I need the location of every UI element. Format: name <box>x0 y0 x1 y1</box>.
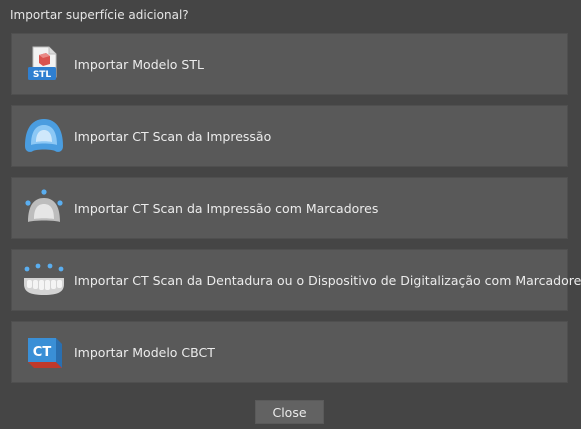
option-label: Importar CT Scan da Dentadura ou o Dispo… <box>74 272 581 288</box>
cbct-icon-text: CT <box>33 345 52 360</box>
option-label: Importar CT Scan da Impressão com Marcad… <box>74 200 379 216</box>
option-label: Importar CT Scan da Impressão <box>74 128 272 144</box>
import-impression-markers-button[interactable]: Importar CT Scan da Impressão com Marcad… <box>11 177 568 239</box>
impression-scan-icon <box>22 114 66 158</box>
denture-markers-icon <box>22 258 66 302</box>
impression-markers-icon <box>22 186 66 230</box>
import-stl-button[interactable]: STL Importar Modelo STL <box>11 33 568 95</box>
dialog-title: Importar superfície adicional? <box>10 8 189 22</box>
import-denture-markers-button[interactable]: Importar CT Scan da Dentadura ou o Dispo… <box>11 249 581 311</box>
cbct-model-icon: CT <box>22 330 66 374</box>
stl-icon-text: STL <box>33 70 52 80</box>
stl-file-icon: STL <box>22 42 66 86</box>
import-cbct-model-button[interactable]: CT Importar Modelo CBCT <box>11 321 568 383</box>
option-label: Importar Modelo STL <box>74 56 204 72</box>
option-label: Importar Modelo CBCT <box>74 344 215 360</box>
close-button[interactable]: Close <box>255 400 324 424</box>
import-impression-scan-button[interactable]: Importar CT Scan da Impressão <box>11 105 568 167</box>
